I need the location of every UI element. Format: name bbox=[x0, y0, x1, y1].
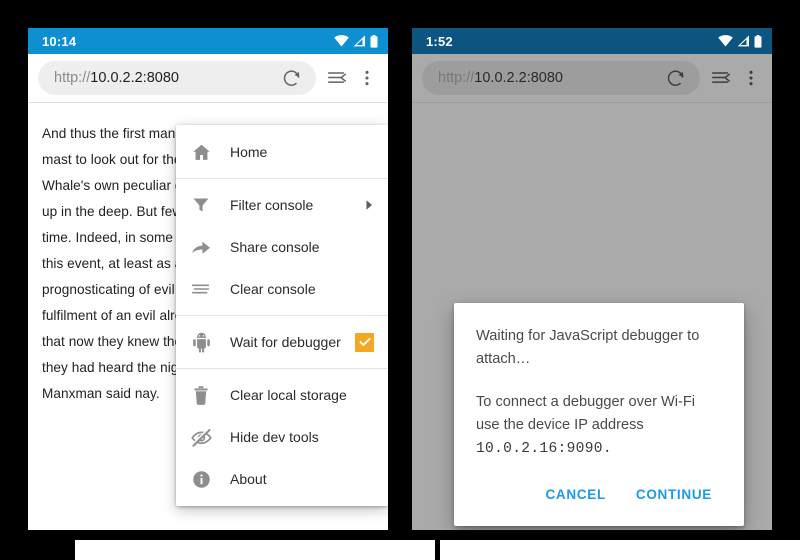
menu-item-hide-dev-tools[interactable]: Hide dev tools bbox=[176, 416, 388, 458]
menu-item-clear-console[interactable]: Clear console bbox=[176, 268, 388, 310]
menu-separator bbox=[176, 368, 388, 369]
status-clock: 10:14 bbox=[42, 33, 77, 49]
reload-icon[interactable] bbox=[660, 63, 690, 93]
url-host: 10.0.2.2:8080 bbox=[474, 70, 563, 86]
info-icon bbox=[188, 466, 214, 492]
menu-item-label: Hide dev tools bbox=[230, 429, 319, 445]
status-icons bbox=[718, 34, 762, 48]
clear-icon bbox=[188, 276, 214, 302]
overflow-menu-icon[interactable] bbox=[736, 63, 766, 93]
status-bar-left: 10:14 bbox=[28, 28, 388, 54]
menu-item-clear-local-storage[interactable]: Clear local storage bbox=[176, 374, 388, 416]
wait-for-debugger-checkbox[interactable] bbox=[355, 332, 374, 352]
browser-toolbar-left: http://10.0.2.2:8080 bbox=[28, 54, 388, 102]
reading-list-icon[interactable] bbox=[322, 63, 352, 93]
background-phone-right bbox=[440, 540, 800, 560]
url-scheme: http:// bbox=[54, 70, 91, 86]
status-bar-right: 1:52 bbox=[412, 28, 772, 54]
url-host: 10.0.2.2:8080 bbox=[90, 70, 179, 86]
browser-toolbar-right: http://10.0.2.2:8080 bbox=[412, 54, 772, 102]
phone-screenshot-left: 10:14 http://10.0.2.2:8080 And thus the … bbox=[28, 28, 388, 530]
url-bar[interactable]: http://10.0.2.2:8080 bbox=[422, 61, 700, 95]
home-icon bbox=[188, 139, 214, 165]
status-icons bbox=[334, 34, 378, 48]
signal-icon bbox=[353, 35, 366, 47]
menu-separator bbox=[176, 178, 388, 179]
continue-button[interactable]: CONTINUE bbox=[626, 479, 722, 510]
menu-item-label: About bbox=[230, 471, 267, 487]
reading-list-icon[interactable] bbox=[706, 63, 736, 93]
menu-item-label: Share console bbox=[230, 239, 320, 255]
eye-off-icon bbox=[188, 424, 214, 450]
share-icon bbox=[188, 234, 214, 260]
menu-item-label: Filter console bbox=[230, 197, 314, 213]
dialog-actions: CANCEL CONTINUE bbox=[476, 479, 722, 518]
android-icon bbox=[188, 329, 214, 355]
battery-icon bbox=[754, 34, 762, 48]
overflow-menu: Home Filter console Share console Clear … bbox=[176, 125, 388, 506]
menu-item-label: Clear console bbox=[230, 281, 316, 297]
url-text: http://10.0.2.2:8080 bbox=[438, 70, 660, 86]
trash-icon bbox=[188, 382, 214, 408]
menu-item-label: Clear local storage bbox=[230, 387, 347, 403]
wifi-icon bbox=[334, 35, 349, 47]
menu-item-filter-console[interactable]: Filter console bbox=[176, 184, 388, 226]
dialog-period: . bbox=[602, 441, 612, 457]
cancel-button[interactable]: CANCEL bbox=[535, 479, 615, 510]
url-text: http://10.0.2.2:8080 bbox=[54, 70, 276, 86]
menu-separator bbox=[176, 315, 388, 316]
url-bar[interactable]: http://10.0.2.2:8080 bbox=[38, 61, 316, 95]
page-content-right: Waiting for JavaScript debugger to attac… bbox=[412, 102, 772, 530]
dialog-message-primary: Waiting for JavaScript debugger to attac… bbox=[476, 328, 700, 367]
dialog-instruction-text: To connect a debugger over Wi-Fi use the… bbox=[476, 394, 696, 433]
battery-icon bbox=[370, 34, 378, 48]
menu-item-about[interactable]: About bbox=[176, 458, 388, 500]
menu-item-label: Wait for debugger bbox=[230, 334, 341, 350]
status-clock: 1:52 bbox=[426, 33, 453, 49]
reload-icon[interactable] bbox=[276, 63, 306, 93]
overflow-menu-icon[interactable] bbox=[352, 63, 382, 93]
phone-screenshot-right: 1:52 http://10.0.2.2:8080 Waiting for Ja… bbox=[412, 28, 772, 530]
chevron-right-icon bbox=[364, 199, 374, 211]
background-phone-left bbox=[75, 540, 435, 560]
debugger-dialog: Waiting for JavaScript debugger to attac… bbox=[454, 303, 744, 526]
menu-item-home[interactable]: Home bbox=[176, 131, 388, 173]
dialog-ip-address: 10.0.2.16:9090 bbox=[476, 441, 603, 457]
wifi-icon bbox=[718, 35, 733, 47]
menu-item-wait-for-debugger[interactable]: Wait for debugger bbox=[176, 321, 388, 363]
url-scheme: http:// bbox=[438, 70, 475, 86]
dialog-message-secondary: To connect a debugger over Wi-Fi use the… bbox=[476, 391, 722, 461]
menu-item-share-console[interactable]: Share console bbox=[176, 226, 388, 268]
filter-icon bbox=[188, 192, 214, 218]
signal-icon bbox=[737, 35, 750, 47]
page-content-left: And thus the first man of the Pequod tha… bbox=[28, 102, 388, 530]
menu-item-label: Home bbox=[230, 144, 268, 160]
